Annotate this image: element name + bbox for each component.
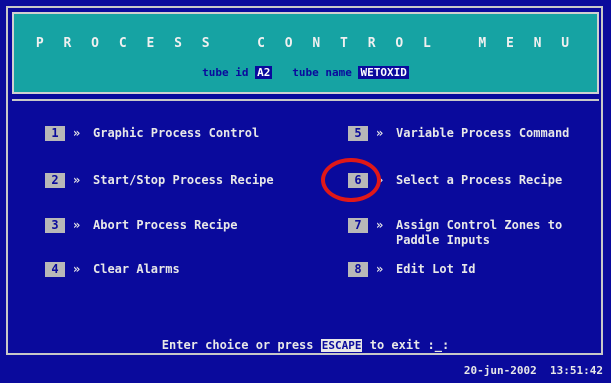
tube-info: tube id A2 tube name WETOXID: [14, 66, 597, 79]
menu-item-3[interactable]: 3 » Abort Process Recipe: [45, 218, 238, 233]
menu-item-5[interactable]: 5 » Variable Process Command: [348, 126, 569, 141]
menu-item-4[interactable]: 4 » Clear Alarms: [45, 262, 180, 277]
menu-key-1[interactable]: 1: [45, 126, 65, 141]
terminal-screen: P R O C E S S C O N T R O L M E N U tube…: [0, 0, 611, 383]
tube-name-label: tube name: [292, 66, 352, 79]
menu-label-3: Abort Process Recipe: [93, 218, 238, 232]
menu-item-8[interactable]: 8 » Edit Lot Id: [348, 262, 475, 277]
prompt-text-before: Enter choice or press: [161, 338, 314, 352]
menu-key-7[interactable]: 7: [348, 218, 368, 233]
status-time: 13:51:42: [550, 364, 603, 377]
menu-label-1: Graphic Process Control: [93, 126, 260, 140]
arrow-icon: »: [73, 173, 81, 187]
menu-key-5[interactable]: 5: [348, 126, 368, 141]
menu-item-7[interactable]: 7 » Assign Control Zones to Paddle Input…: [348, 218, 562, 248]
arrow-icon: »: [376, 218, 384, 232]
prompt-text-after: to exit :_:: [369, 338, 450, 352]
command-prompt[interactable]: Enter choice or press ESCAPE to exit :_:: [0, 338, 611, 352]
menu-label-8: Edit Lot Id: [396, 262, 476, 276]
tube-name-value[interactable]: WETOXID: [358, 66, 409, 79]
menu-item-1[interactable]: 1 » Graphic Process Control: [45, 126, 259, 141]
arrow-icon: »: [73, 126, 81, 140]
header-divider: [12, 99, 599, 101]
arrow-icon: »: [73, 218, 81, 232]
status-datetime: 20-jun-2002 13:51:42: [464, 364, 603, 377]
menu-key-4[interactable]: 4: [45, 262, 65, 277]
menu-label-4: Clear Alarms: [93, 262, 180, 276]
menu-label-2: Start/Stop Process Recipe: [93, 173, 274, 187]
menu-item-2[interactable]: 2 » Start/Stop Process Recipe: [45, 173, 274, 188]
arrow-icon: »: [73, 262, 81, 276]
tube-id-value[interactable]: A2: [255, 66, 273, 79]
arrow-icon: »: [376, 126, 384, 140]
status-date: 20-jun-2002: [463, 364, 537, 377]
menu-label-6: Select a Process Recipe: [396, 173, 563, 187]
escape-key[interactable]: ESCAPE: [320, 339, 363, 352]
highlight-circle: [321, 158, 381, 202]
tube-id-label: tube id: [202, 66, 249, 79]
arrow-icon: »: [376, 262, 384, 276]
menu-key-2[interactable]: 2: [45, 173, 65, 188]
menu-key-8[interactable]: 8: [348, 262, 368, 277]
menu-label-7: Assign Control Zones to Paddle Inputs: [396, 218, 563, 247]
status-bar: 20-jun-2002 13:51:42: [0, 359, 611, 383]
page-title: P R O C E S S C O N T R O L M E N U: [35, 36, 576, 51]
menu-header: P R O C E S S C O N T R O L M E N U tube…: [12, 12, 599, 94]
menu-label-5: Variable Process Command: [396, 126, 570, 140]
menu-key-3[interactable]: 3: [45, 218, 65, 233]
